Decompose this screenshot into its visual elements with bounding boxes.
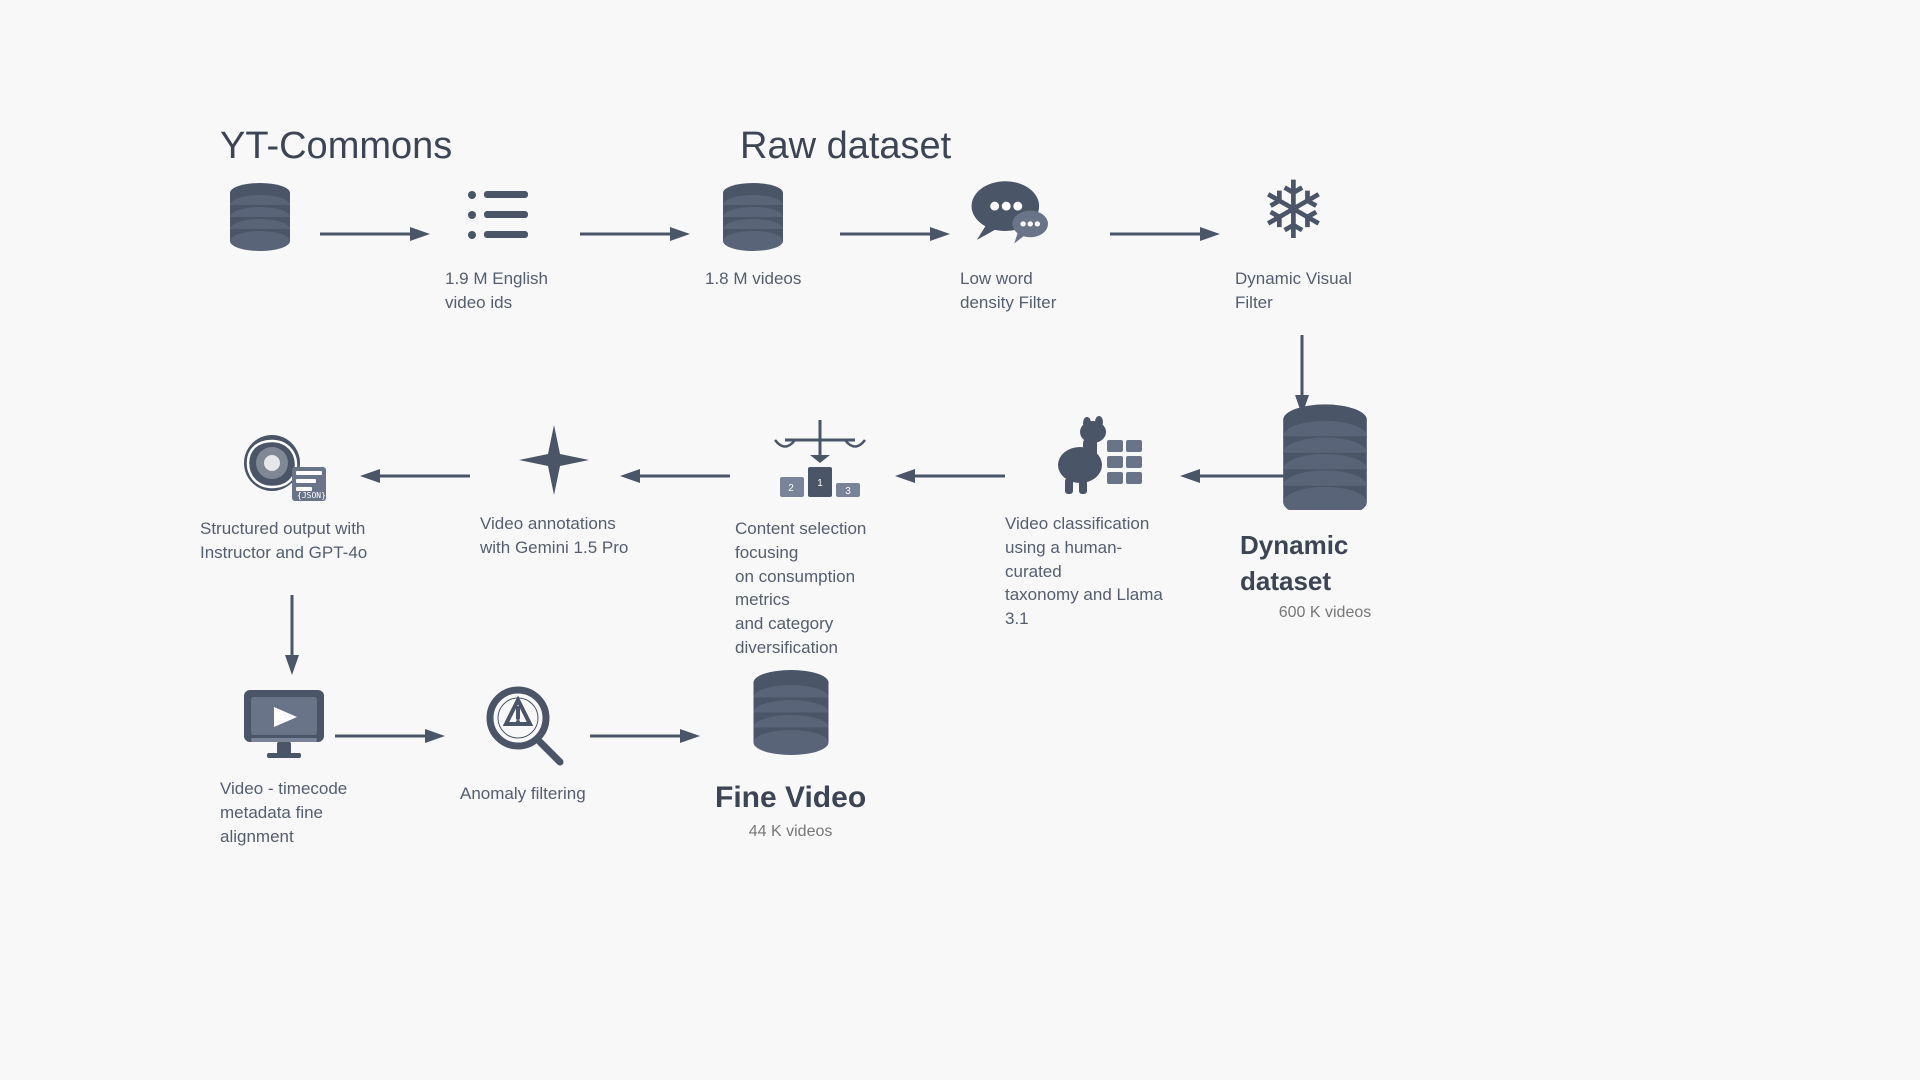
node-llama: Video classificationusing a human-curate… [1005, 410, 1175, 631]
v-arrow-gpt-to-timecode [278, 595, 306, 675]
title-raw-dataset: Raw dataset [740, 125, 951, 168]
node-dynamic-visual-filter: ❄ Dynamic VisualFilter [1235, 165, 1352, 315]
gpt-output-label: Structured output withInstructor and GPT… [200, 517, 367, 565]
node-dynamic-dataset: Dynamic dataset 600 K videos [1240, 395, 1410, 622]
arrow-2 [580, 220, 690, 248]
svg-text:{JSON}: {JSON} [297, 491, 326, 500]
svg-text:3: 3 [845, 486, 851, 497]
raw-db-label: 1.8 M videos [705, 267, 801, 291]
arrow-1 [320, 220, 430, 248]
anomaly-icon [478, 680, 568, 770]
video-ids-label: 1.9 M Englishvideo ids [445, 267, 548, 315]
low-word-label: Low worddensity Filter [960, 267, 1056, 315]
svg-text:2: 2 [788, 483, 794, 494]
database-icon-fine [741, 665, 841, 765]
arrow-r3-1 [335, 722, 445, 750]
diagram: YT-Commons Raw dataset [160, 65, 1760, 1015]
svg-text:1: 1 [817, 478, 823, 489]
video-timecode-icon [239, 685, 329, 765]
node-low-word-filter: Low worddensity Filter [960, 175, 1056, 315]
llama-label: Video classificationusing a human-curate… [1005, 512, 1175, 631]
timecode-label: Video - timecodemetadata finealignment [220, 777, 347, 848]
list-icon [457, 175, 537, 255]
database-icon-yt [220, 175, 300, 255]
node-gpt-output: {JSON} Structured output withInstructor … [200, 425, 367, 565]
fine-video-sublabel: 44 K videos [749, 823, 833, 841]
database-icon-raw [713, 175, 793, 255]
title-yt-commons: YT-Commons [220, 125, 452, 168]
node-yt-commons [220, 175, 300, 267]
llama-icon [1035, 410, 1145, 500]
fine-video-label: Fine Video [715, 777, 866, 819]
node-fine-video: Fine Video 44 K videos [715, 665, 866, 841]
arrow-r2-2 [620, 462, 730, 490]
openai-json-icon: {JSON} [234, 425, 334, 505]
scale-podium-icon: 2 1 3 [770, 415, 870, 505]
node-anomaly: Anomaly filtering [460, 680, 586, 806]
arrow-r2-3 [895, 462, 1005, 490]
database-icon-dynamic [1265, 395, 1385, 515]
arrow-3 [840, 220, 950, 248]
dynamic-visual-label: Dynamic VisualFilter [1235, 267, 1352, 315]
node-raw-db: 1.8 M videos [705, 175, 801, 291]
node-timecode: Video - timecodemetadata finealignment [220, 685, 347, 848]
dynamic-dataset-label: Dynamic dataset [1240, 527, 1410, 600]
arrow-r2-1 [360, 462, 470, 490]
gemini-label: Video annotationswith Gemini 1.5 Pro [480, 512, 628, 560]
gemini-star-icon [514, 420, 594, 500]
arrow-r3-2 [590, 722, 700, 750]
content-selection-label: Content selection focusingon consumption… [735, 517, 905, 660]
arrow-4 [1110, 220, 1220, 248]
node-video-ids: 1.9 M Englishvideo ids [445, 175, 548, 315]
node-gemini: Video annotationswith Gemini 1.5 Pro [480, 420, 628, 560]
snowflake-icon: ❄ [1248, 165, 1338, 255]
dynamic-dataset-sublabel: 600 K videos [1279, 604, 1372, 622]
node-content-selection: 2 1 3 Content selection focusingon consu… [735, 415, 905, 660]
chat-icon [968, 175, 1048, 255]
anomaly-label: Anomaly filtering [460, 782, 586, 806]
